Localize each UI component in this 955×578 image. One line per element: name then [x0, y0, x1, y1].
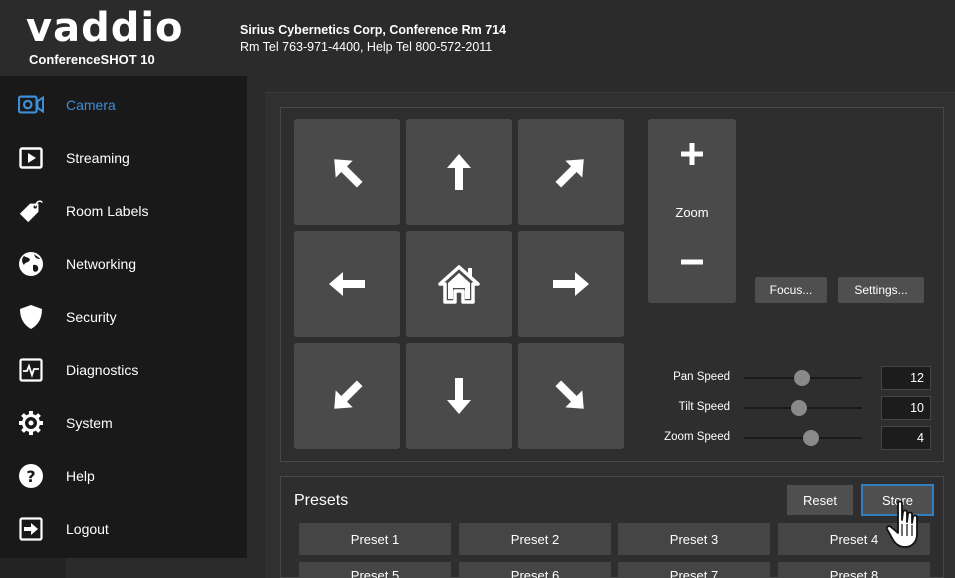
- zoom-speed-thumb[interactable]: [803, 430, 820, 446]
- zoom-speed-row: Zoom Speed 4: [640, 426, 932, 450]
- hand-cursor-icon: [885, 500, 918, 548]
- sidebar-item-label: Streaming: [66, 149, 130, 166]
- pan-speed-slider[interactable]: [744, 370, 862, 386]
- sidebar-item-label: Networking: [66, 255, 137, 272]
- tag-icon: [18, 198, 44, 224]
- focus-button[interactable]: Focus...: [755, 277, 827, 303]
- preset-6-button[interactable]: Preset 6: [459, 562, 611, 578]
- globe-icon: [18, 251, 44, 277]
- settings-button[interactable]: Settings...: [838, 277, 924, 303]
- shield-icon: [18, 304, 44, 330]
- tilt-speed-value[interactable]: 10: [881, 396, 931, 420]
- sidebar-item-system[interactable]: System: [0, 396, 247, 449]
- pan-speed-thumb[interactable]: [793, 370, 810, 386]
- sidebar-item-label: Help: [66, 467, 95, 484]
- pan-tilt-down-left-button[interactable]: [294, 343, 400, 449]
- sidebar-item-diagnostics[interactable]: Diagnostics: [0, 343, 247, 396]
- tilt-speed-thumb[interactable]: [791, 400, 808, 416]
- room-name: Sirius Cybernetics Corp, Conference Rm 7…: [240, 23, 507, 37]
- pan-speed-value[interactable]: 12: [881, 366, 931, 390]
- arrow-down-left-icon: [334, 380, 363, 409]
- arrow-up-right-icon: [555, 159, 584, 188]
- tilt-speed-row: Tilt Speed 10: [640, 396, 932, 420]
- sidebar-item-label: Room Labels: [66, 202, 149, 219]
- tilt-speed-label: Tilt Speed: [678, 401, 730, 413]
- pulse-icon: [18, 357, 44, 383]
- preset-5-button[interactable]: Preset 5: [299, 562, 451, 578]
- sidebar-item-label: System: [66, 414, 113, 431]
- preset-2-button[interactable]: Preset 2: [459, 523, 611, 555]
- zoom-in-button[interactable]: [648, 119, 736, 189]
- play-icon: [18, 145, 44, 171]
- arrow-down-right-icon: [555, 380, 584, 409]
- sidebar-item-room-labels[interactable]: Room Labels: [0, 184, 247, 237]
- pan-right-button[interactable]: [518, 231, 624, 337]
- pan-tilt-down-right-button[interactable]: [518, 343, 624, 449]
- arrow-right-icon: [553, 272, 589, 296]
- sidebar: Camera Streaming Room Labels Networking …: [0, 76, 247, 558]
- sidebar-item-networking[interactable]: Networking: [0, 237, 247, 290]
- pan-speed-row: Pan Speed 12: [640, 366, 932, 390]
- svg-text:?: ?: [26, 467, 35, 486]
- product-model: ConferenceSHOT 10: [29, 52, 155, 67]
- sidebar-item-camera[interactable]: Camera: [0, 78, 247, 131]
- arrow-down-icon: [447, 378, 471, 414]
- sidebar-item-streaming[interactable]: Streaming: [0, 131, 247, 184]
- tilt-down-button[interactable]: [406, 343, 512, 449]
- gear-icon: [18, 410, 44, 436]
- pan-left-button[interactable]: [294, 231, 400, 337]
- sidebar-item-security[interactable]: Security: [0, 290, 247, 343]
- zoom-speed-value[interactable]: 4: [881, 426, 931, 450]
- sidebar-item-logout[interactable]: Logout: [0, 502, 247, 555]
- reset-button[interactable]: Reset: [787, 485, 853, 515]
- room-info: Sirius Cybernetics Corp, Conference Rm 7…: [240, 22, 506, 56]
- sidebar-item-label: Security: [66, 308, 117, 325]
- zoom-out-button[interactable]: [648, 227, 736, 297]
- zoom-label: Zoom: [675, 205, 709, 220]
- vaddio-logo: vaddio ConferenceSHOT 10: [26, 6, 226, 68]
- zoom-speed-slider[interactable]: [744, 430, 862, 446]
- tilt-speed-slider[interactable]: [744, 400, 862, 416]
- zoom-control: Zoom: [648, 119, 736, 303]
- home-icon: [438, 265, 480, 304]
- camera-icon: [18, 92, 44, 118]
- minus-icon: [681, 259, 703, 265]
- sidebar-footer: [0, 558, 66, 578]
- room-phones: Rm Tel 763-971-4400, Help Tel 800-572-20…: [240, 40, 493, 54]
- header: vaddio ConferenceSHOT 10 Sirius Cybernet…: [0, 0, 955, 74]
- sidebar-item-label: Diagnostics: [66, 361, 139, 378]
- presets-title: Presets: [294, 492, 349, 509]
- arrow-up-left-icon: [334, 159, 363, 188]
- pan-speed-label: Pan Speed: [673, 371, 730, 383]
- zoom-speed-label: Zoom Speed: [664, 431, 730, 443]
- sidebar-item-label: Camera: [66, 96, 116, 113]
- arrow-up-icon: [447, 154, 471, 190]
- logout-icon: [18, 516, 44, 542]
- plus-icon: [681, 143, 703, 165]
- arrow-left-icon: [329, 272, 365, 296]
- home-button[interactable]: [406, 231, 512, 337]
- tilt-up-button[interactable]: [406, 119, 512, 225]
- pan-tilt-up-right-button[interactable]: [518, 119, 624, 225]
- logo-wordmark: vaddio: [26, 5, 184, 51]
- pan-tilt-up-left-button[interactable]: [294, 119, 400, 225]
- help-icon: ?: [18, 463, 44, 489]
- preset-3-button[interactable]: Preset 3: [618, 523, 770, 555]
- preset-1-button[interactable]: Preset 1: [299, 523, 451, 555]
- preset-7-button[interactable]: Preset 7: [618, 562, 770, 578]
- sidebar-item-label: Logout: [66, 520, 109, 537]
- sidebar-item-help[interactable]: ? Help: [0, 449, 247, 502]
- preset-8-button[interactable]: Preset 8: [778, 562, 930, 578]
